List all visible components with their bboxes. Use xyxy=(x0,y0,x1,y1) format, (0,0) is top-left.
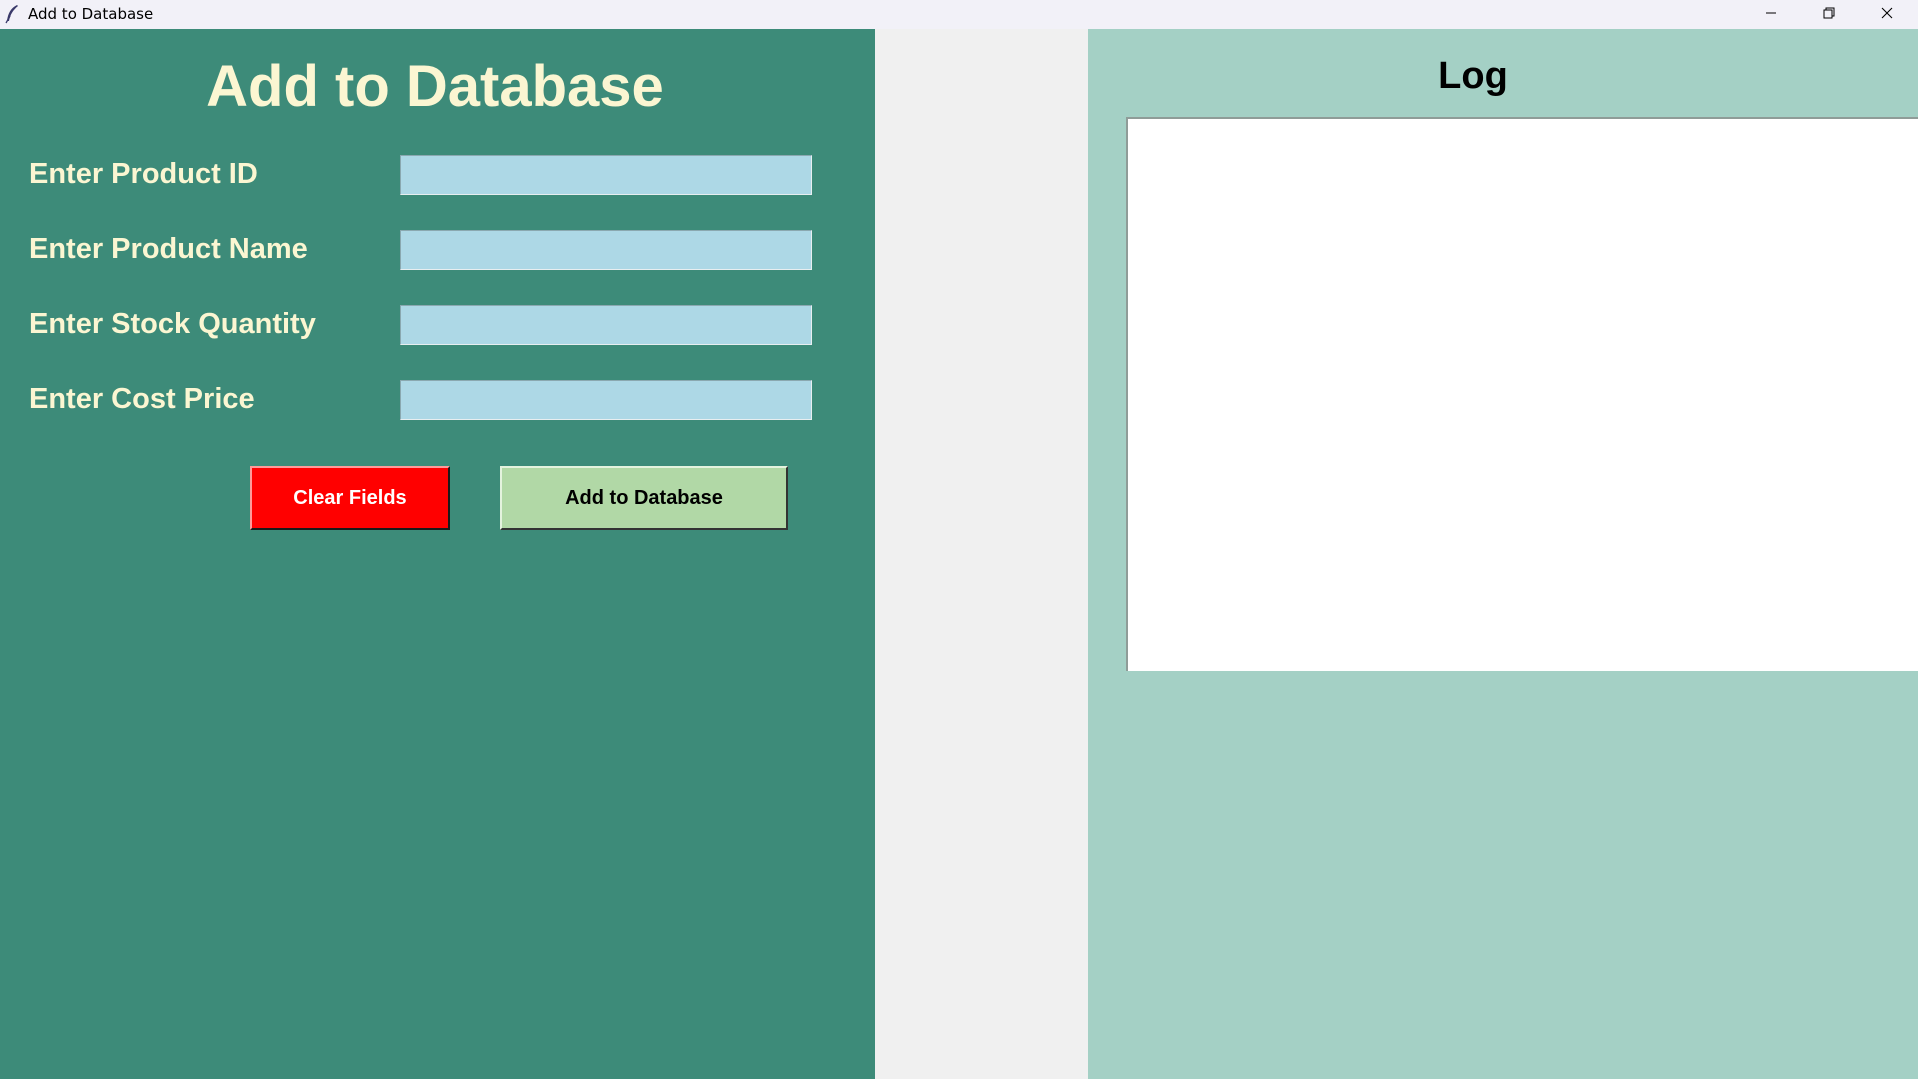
close-button[interactable] xyxy=(1858,0,1916,29)
log-title: Log xyxy=(1438,55,1508,97)
window-title: Add to Database xyxy=(28,5,154,23)
clear-fields-button[interactable]: Clear Fields xyxy=(250,466,450,530)
add-to-database-button[interactable]: Add to Database xyxy=(500,466,788,530)
close-icon xyxy=(1881,6,1893,24)
stock-quantity-label: Enter Stock Quantity xyxy=(29,308,316,340)
log-panel: Log xyxy=(1088,29,1918,1079)
product-name-label: Enter Product Name xyxy=(29,233,308,265)
product-id-label: Enter Product ID xyxy=(29,158,258,190)
restore-button[interactable] xyxy=(1800,0,1858,29)
title-bar: Add to Database xyxy=(0,0,1918,29)
product-id-input[interactable] xyxy=(400,155,812,195)
page-title: Add to Database xyxy=(206,54,664,119)
log-textbox[interactable] xyxy=(1126,117,1918,671)
cost-price-input[interactable] xyxy=(400,380,812,420)
clear-fields-label: Clear Fields xyxy=(293,486,407,509)
feather-icon xyxy=(4,4,20,24)
form-panel: Add to Database Enter Product ID Enter P… xyxy=(0,29,875,1079)
restore-icon xyxy=(1823,6,1835,24)
product-name-input[interactable] xyxy=(400,230,812,270)
stock-quantity-input[interactable] xyxy=(400,305,812,345)
add-to-database-label: Add to Database xyxy=(565,486,723,509)
minimize-button[interactable] xyxy=(1742,0,1800,29)
cost-price-label: Enter Cost Price xyxy=(29,383,255,415)
minimize-icon xyxy=(1765,6,1777,24)
